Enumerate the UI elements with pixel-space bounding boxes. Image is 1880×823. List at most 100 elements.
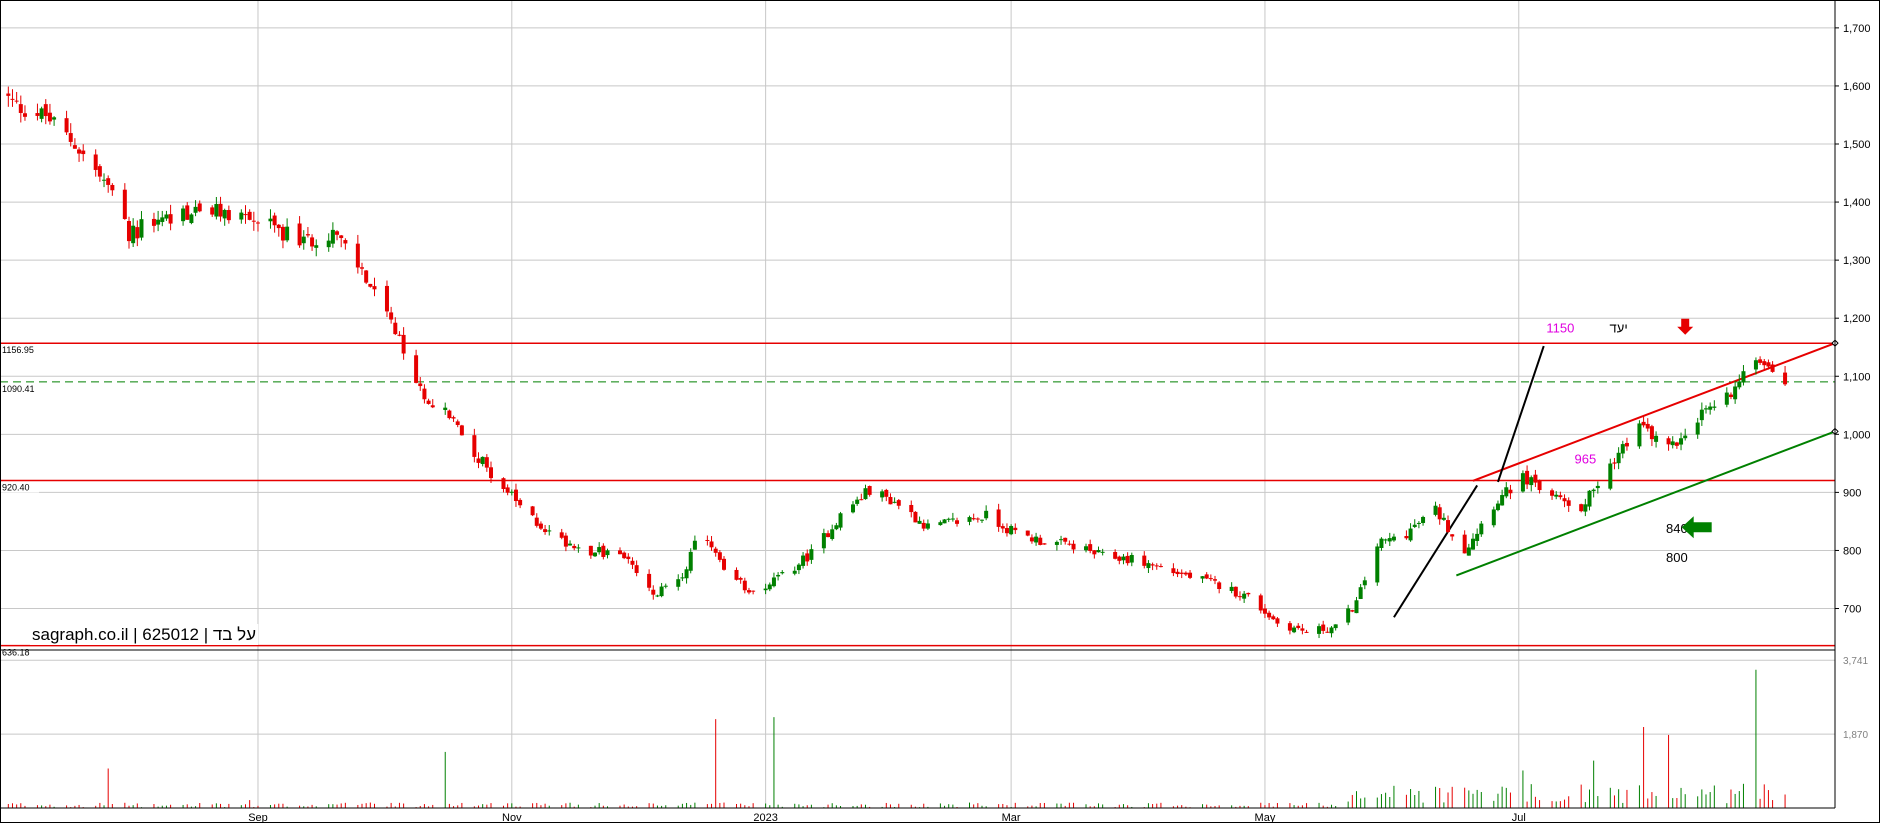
price-tick-label: 1,300	[1843, 255, 1871, 267]
candle-body	[35, 113, 40, 116]
candle-body	[1271, 616, 1276, 620]
candle-body	[880, 491, 885, 498]
candle-body	[14, 100, 19, 102]
candle-body	[455, 421, 460, 425]
candle-body	[538, 523, 543, 529]
price-tick-label: 900	[1843, 487, 1861, 499]
candle-body	[1475, 533, 1480, 541]
candle-body	[68, 133, 73, 142]
candle-body	[1450, 534, 1455, 537]
candle-body	[1391, 536, 1396, 541]
candle-body	[1408, 528, 1413, 541]
candle-body	[722, 558, 727, 570]
candle-body	[335, 231, 340, 235]
candle-body	[780, 572, 785, 574]
candle-body	[1566, 500, 1571, 506]
candle-body	[1741, 371, 1746, 383]
candle-body	[1554, 494, 1559, 497]
candle-body	[1649, 426, 1654, 440]
candle-body	[1362, 580, 1367, 586]
level-label: 1090.41	[2, 384, 35, 394]
candle-body	[164, 214, 169, 219]
candle-body	[131, 225, 136, 244]
candle-body	[1533, 474, 1538, 483]
candle-body	[1437, 507, 1442, 520]
candle-body	[888, 496, 893, 505]
candle-body	[1358, 587, 1363, 599]
candle-body	[1733, 386, 1738, 400]
candle-body	[826, 533, 831, 538]
candle-body	[946, 518, 951, 520]
candle-body	[622, 552, 627, 559]
candle	[1025, 530, 1030, 537]
candle-body	[97, 166, 102, 177]
candle-body	[1758, 359, 1763, 363]
price-tick-label: 1,600	[1843, 81, 1871, 93]
candle-body	[1620, 444, 1625, 454]
candle-body	[10, 98, 15, 100]
annotation-label: 965	[1574, 451, 1596, 466]
candle-body	[1416, 522, 1421, 524]
candle-body	[1504, 487, 1509, 497]
candle-body	[796, 564, 801, 571]
candle-body	[1117, 556, 1122, 561]
candle-body	[81, 150, 86, 155]
candle-body	[1013, 527, 1018, 531]
candle-body	[484, 457, 489, 468]
candle-body	[1637, 423, 1642, 447]
candle-body	[1258, 595, 1263, 611]
candle-body	[447, 410, 452, 419]
level-label: 1156.95	[2, 345, 34, 355]
candle-body	[688, 551, 693, 571]
candle-body	[655, 595, 660, 597]
candle-body	[1674, 442, 1679, 446]
candle-body	[909, 504, 914, 513]
candle-body	[243, 214, 248, 216]
candle-body	[156, 219, 161, 225]
candle-body	[746, 590, 751, 593]
time-tick-label: 2023	[753, 812, 777, 823]
candle-body	[1587, 490, 1592, 507]
candle-body	[663, 585, 668, 587]
price-tick-label: 800	[1843, 545, 1861, 557]
candle-body	[1466, 547, 1471, 556]
candle-body	[1708, 406, 1713, 410]
candle-body	[268, 218, 273, 222]
candle-body	[160, 217, 165, 222]
candle-body	[950, 518, 955, 520]
candle-body	[102, 179, 107, 181]
candle-body	[1645, 423, 1650, 429]
candle-body	[326, 240, 331, 248]
candle-body	[1029, 537, 1034, 542]
candle-body	[1158, 566, 1163, 568]
candle-body	[863, 488, 868, 500]
time-tick-label: Nov	[502, 812, 522, 823]
candle-body	[1666, 438, 1671, 445]
candle-body	[975, 518, 980, 520]
candle-body	[1699, 409, 1704, 421]
candle-body	[414, 355, 419, 383]
candle-body	[1292, 627, 1297, 633]
candle-body	[1009, 525, 1014, 535]
candle-body	[1537, 480, 1542, 491]
candle-body	[1142, 555, 1147, 566]
candle-body	[892, 501, 897, 503]
candle-body	[634, 565, 639, 574]
candle-body	[1200, 576, 1205, 579]
candle-body	[1491, 509, 1496, 526]
candle-body	[563, 535, 568, 547]
candle	[688, 548, 693, 574]
candle-body	[430, 405, 435, 408]
level-label: 920.40	[2, 483, 30, 493]
candle-body	[1616, 452, 1621, 464]
candle-body	[1084, 546, 1089, 551]
candle-body	[360, 267, 365, 269]
candle-body	[1421, 516, 1426, 524]
candle-body	[393, 322, 398, 335]
candle-body	[626, 556, 631, 560]
candle-body	[401, 334, 406, 354]
candle-body	[1766, 362, 1771, 367]
candle-body	[979, 519, 984, 521]
candle-body	[389, 312, 394, 320]
candle-body	[1237, 596, 1242, 598]
